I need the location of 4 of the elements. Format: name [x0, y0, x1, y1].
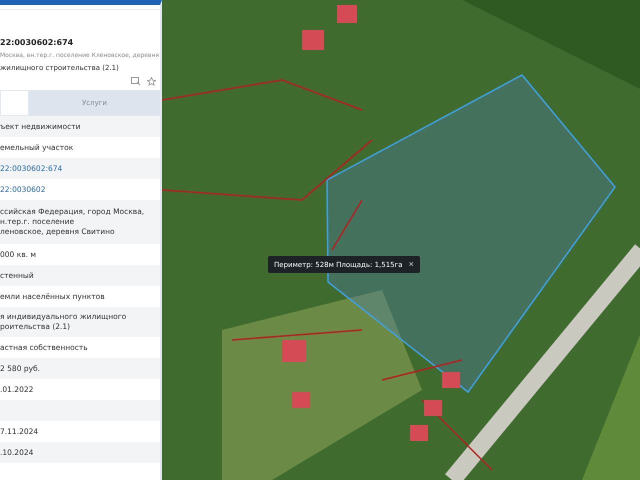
- close-button[interactable]: ×: [408, 260, 414, 269]
- cadastral-number: 22:0030602:674: [0, 38, 74, 47]
- map-icon[interactable]: [131, 77, 141, 86]
- star-icon[interactable]: [147, 77, 156, 86]
